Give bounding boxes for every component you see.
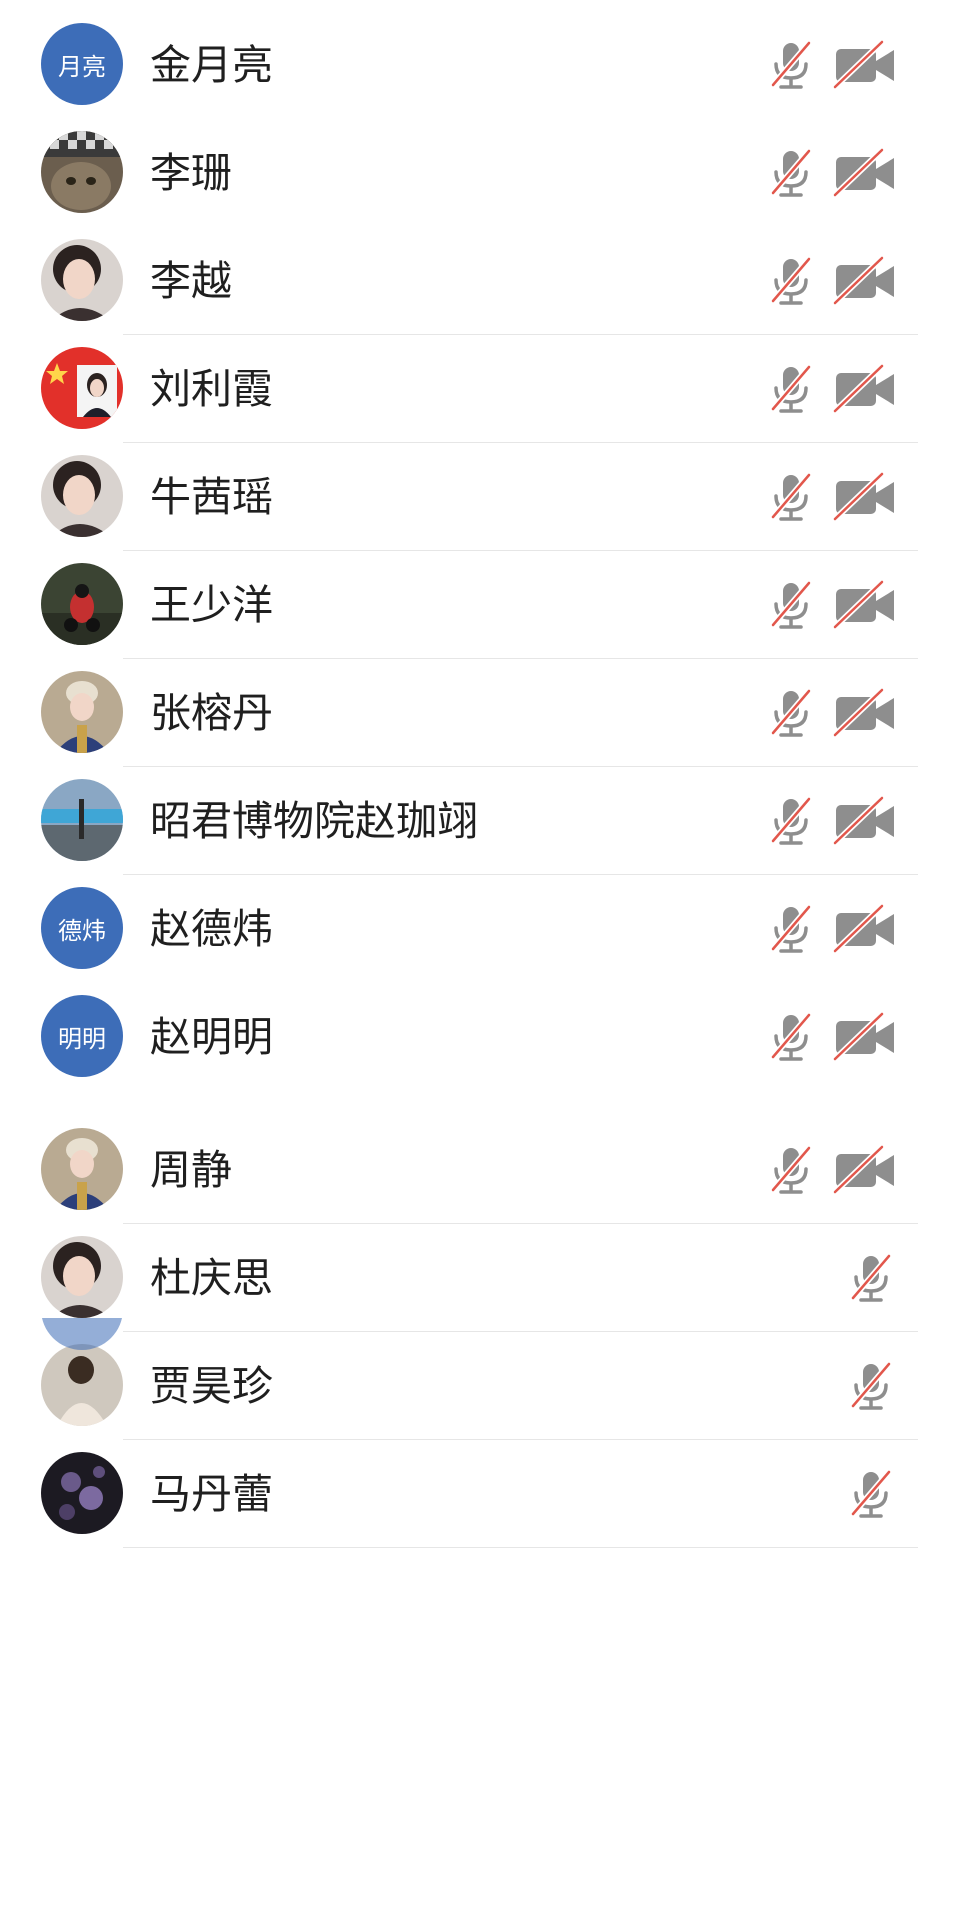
- participant-row[interactable]: 李珊: [0, 119, 956, 227]
- avatar: [41, 563, 123, 645]
- video-camera-off-icon[interactable]: [832, 37, 898, 93]
- microphone-muted-icon[interactable]: [763, 901, 819, 957]
- microphone-muted-icon[interactable]: [763, 37, 819, 93]
- microphone-muted-icon[interactable]: [763, 685, 819, 741]
- microphone-muted-icon[interactable]: [763, 361, 819, 417]
- video-camera-off-icon[interactable]: [832, 145, 898, 201]
- microphone-muted-icon[interactable]: [763, 145, 819, 201]
- avatar: [41, 671, 123, 753]
- microphone-muted-icon[interactable]: [763, 793, 819, 849]
- participant-row[interactable]: 明明 赵明明: [0, 983, 956, 1091]
- avatar: [41, 347, 123, 429]
- microphone-muted-icon[interactable]: [763, 1009, 819, 1065]
- participant-name: 马丹蕾: [150, 1470, 273, 1518]
- avatar: [41, 1236, 123, 1318]
- avatar: [41, 779, 123, 861]
- avatar: [41, 1452, 123, 1534]
- participant-row[interactable]: 张榕丹: [0, 659, 956, 767]
- participant-row[interactable]: 马丹蕾: [0, 1440, 956, 1548]
- participant-name: 昭君博物院赵珈翊: [150, 797, 478, 845]
- avatar: [41, 239, 123, 321]
- avatar: [41, 1128, 123, 1210]
- participant-row[interactable]: 昭君博物院赵珈翊: [0, 767, 956, 875]
- avatar: [41, 131, 123, 213]
- avatar: [41, 1344, 123, 1426]
- participant-name: 刘利霞: [150, 365, 273, 413]
- microphone-muted-icon[interactable]: [843, 1250, 899, 1306]
- avatar: 明明: [41, 995, 123, 1077]
- row-divider: [123, 1547, 918, 1548]
- participant-name: 贾昊珍: [150, 1362, 273, 1410]
- microphone-muted-icon[interactable]: [763, 1142, 819, 1198]
- participant-row[interactable]: 月亮 金月亮: [0, 11, 956, 119]
- scroll-transition-strip: [0, 1318, 956, 1350]
- participant-name: 杜庆思: [150, 1254, 273, 1302]
- video-camera-off-icon[interactable]: [832, 685, 898, 741]
- avatar: [41, 455, 123, 537]
- participant-row[interactable]: 李越: [0, 227, 956, 335]
- participant-name: 赵德炜: [150, 905, 273, 953]
- participant-name: 王少洋: [150, 581, 273, 629]
- video-camera-off-icon[interactable]: [832, 793, 898, 849]
- participant-row[interactable]: 王少洋: [0, 551, 956, 659]
- participant-name: 赵明明: [150, 1013, 273, 1061]
- participant-name: 金月亮: [150, 41, 273, 89]
- video-camera-off-icon[interactable]: [832, 469, 898, 525]
- video-camera-off-icon[interactable]: [832, 361, 898, 417]
- video-camera-off-icon[interactable]: [832, 1142, 898, 1198]
- avatar: 月亮: [41, 23, 123, 105]
- participant-name: 李珊: [150, 149, 232, 197]
- participant-row[interactable]: 杜庆思: [0, 1224, 956, 1332]
- microphone-muted-icon[interactable]: [763, 253, 819, 309]
- avatar: [41, 1318, 123, 1350]
- participant-name: 牛茜瑶: [150, 473, 273, 521]
- avatar: 德炜: [41, 887, 123, 969]
- participant-name: 李越: [150, 257, 232, 305]
- microphone-muted-icon[interactable]: [763, 577, 819, 633]
- video-camera-off-icon[interactable]: [832, 253, 898, 309]
- microphone-muted-icon[interactable]: [763, 469, 819, 525]
- video-camera-off-icon[interactable]: [832, 1009, 898, 1065]
- participant-row[interactable]: 德炜 赵德炜: [0, 875, 956, 983]
- participant-row[interactable]: 刘利霞: [0, 335, 956, 443]
- microphone-muted-icon[interactable]: [843, 1358, 899, 1414]
- participant-name: 周静: [150, 1146, 232, 1194]
- microphone-muted-icon[interactable]: [843, 1466, 899, 1522]
- participant-row[interactable]: 牛茜瑶: [0, 443, 956, 551]
- video-camera-off-icon[interactable]: [832, 901, 898, 957]
- participant-name: 张榕丹: [150, 689, 273, 737]
- participant-row[interactable]: 周静: [0, 1116, 956, 1224]
- video-camera-off-icon[interactable]: [832, 577, 898, 633]
- participant-list: 月亮 金月亮 李珊 李越 刘利霞 牛茜瑶 王少洋 张榕丹 昭君博物院赵珈翊 德炜 赵德炜 明明 赵明明周…: [0, 0, 956, 1919]
